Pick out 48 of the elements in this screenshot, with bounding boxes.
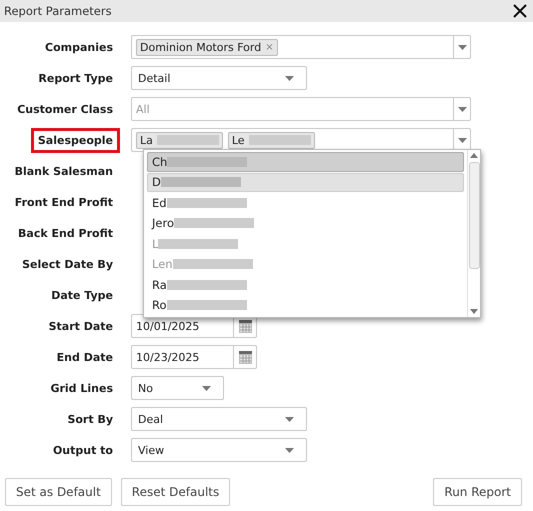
field-label: Salespeople	[34, 130, 117, 150]
field-label: Customer Class	[16, 102, 114, 118]
action-button[interactable]: Set as Default	[5, 478, 112, 506]
date-field[interactable]: 10/23/2025	[131, 345, 257, 369]
multi-select-field[interactable]: Dominion Motors Ford ×	[131, 35, 471, 59]
field-label: End Date	[56, 350, 114, 366]
dropdown-caret-icon[interactable]	[285, 448, 294, 452]
dropdown-caret-icon[interactable]	[458, 44, 466, 50]
dropdown-select[interactable]: Detail	[131, 66, 307, 90]
close-icon[interactable]	[513, 4, 527, 18]
selected-tag: Le	[228, 132, 315, 148]
redaction-bar	[248, 135, 311, 145]
field-label: Sort By	[66, 412, 114, 428]
window-title: Report Parameters	[4, 4, 112, 18]
field-label: Blank Salesman	[14, 164, 114, 180]
dropdown-caret-icon[interactable]	[202, 386, 211, 390]
field-label: Select Date By	[21, 256, 114, 272]
dropdown-caret-icon[interactable]	[458, 106, 466, 112]
calendar-icon[interactable]	[238, 320, 252, 332]
field-label: Report Type	[37, 70, 114, 86]
field-label: Start Date	[48, 318, 114, 334]
field-label: Grid Lines	[49, 380, 114, 396]
field-label: Output to	[52, 442, 114, 458]
selected-tag: Dominion Motors Ford ×	[136, 38, 278, 56]
dropdown-option[interactable]: Jero	[147, 214, 464, 233]
dropdown-option[interactable]: Ch	[147, 152, 464, 172]
dropdown-option[interactable]: D	[147, 172, 464, 192]
calendar-icon[interactable]	[238, 350, 252, 364]
dropdown-select[interactable]: View	[131, 438, 307, 462]
dropdown-option[interactable]: Ed	[147, 193, 464, 212]
field-label: Front End Profit	[14, 194, 114, 210]
dropdown-option[interactable]: Ro	[147, 296, 464, 315]
scroll-down-icon[interactable]	[470, 309, 478, 314]
field-label: Companies	[44, 40, 114, 56]
scroll-up-icon[interactable]	[470, 153, 478, 158]
redaction-bar	[156, 135, 219, 145]
action-button[interactable]: Run Report	[433, 478, 522, 506]
selected-tag: La	[136, 132, 223, 148]
scrollbar-thumb[interactable]	[468, 162, 480, 269]
dropdown-caret-icon[interactable]	[285, 416, 294, 422]
dropdown-select[interactable]: Deal	[131, 407, 307, 431]
dropdown-option[interactable]: Ra	[147, 275, 464, 294]
dropdown-select[interactable]: No	[131, 376, 224, 400]
dropdown-caret-icon[interactable]	[458, 138, 466, 142]
field-label: Back End Profit	[17, 226, 114, 242]
field-label: Date Type	[50, 288, 114, 304]
action-button[interactable]: Reset Defaults	[120, 478, 230, 506]
dropdown-caret-icon[interactable]	[285, 76, 294, 80]
